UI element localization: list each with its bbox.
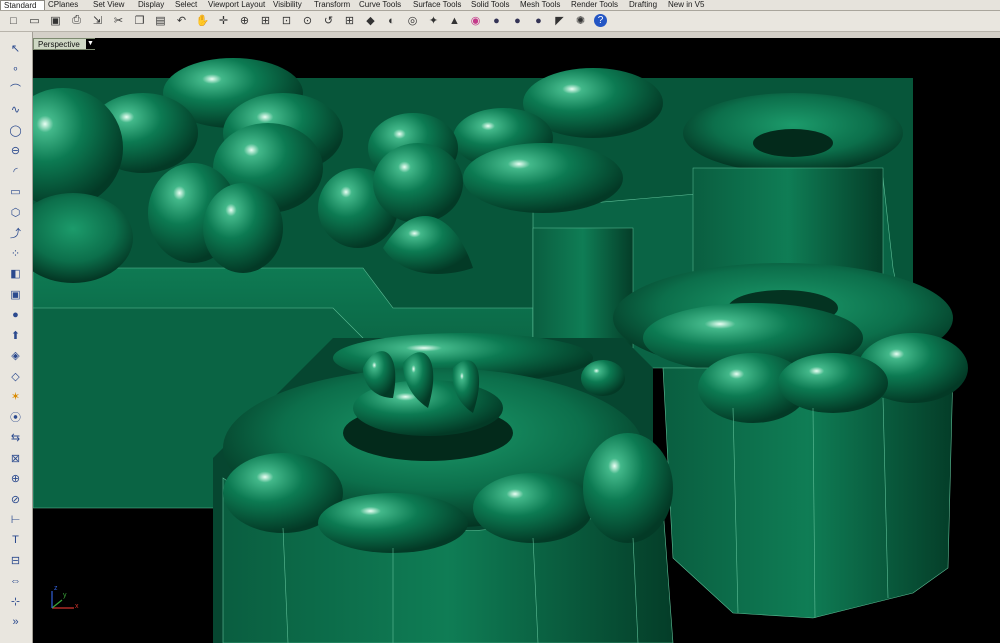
viewport-menu-chevron-icon[interactable]: ▼ <box>86 39 95 49</box>
lightbulb-icon[interactable]: ✦ <box>426 13 441 28</box>
rectangle-icon[interactable]: ▭ <box>7 184 24 200</box>
tab-drafting[interactable]: Drafting <box>626 0 665 10</box>
edit-points-icon[interactable]: ⁘ <box>7 245 24 261</box>
new-file-icon[interactable]: □ <box>6 13 21 28</box>
material-sphere-icon[interactable]: ● <box>510 13 525 28</box>
pan-icon[interactable]: ✋ <box>195 13 210 28</box>
surface-icon[interactable]: ◧ <box>7 266 24 282</box>
analysis-icon[interactable]: ⦿ <box>7 409 24 425</box>
viewport-render <box>33 58 968 643</box>
tab-cplanes[interactable]: CPlanes <box>45 0 90 10</box>
ellipse-icon[interactable]: ⊖ <box>7 143 24 159</box>
paste-icon[interactable]: ▤ <box>153 13 168 28</box>
color-icon[interactable]: ◉ <box>468 13 483 28</box>
zoom-extents-icon[interactable]: ⊡ <box>279 13 294 28</box>
tab-solid-tools[interactable]: Solid Tools <box>468 0 517 10</box>
copy-icon[interactable]: ❐ <box>132 13 147 28</box>
tab-new-in-v5[interactable]: New in V5 <box>665 0 713 10</box>
mesh-icon[interactable]: ◇ <box>7 368 24 384</box>
layer-icon[interactable]: ◆ <box>363 13 378 28</box>
world-axis-icon: x y z <box>44 585 84 618</box>
tab-visibility[interactable]: Visibility <box>270 0 311 10</box>
settings-icon[interactable]: ✺ <box>573 13 588 28</box>
tab-standard[interactable]: Standard <box>0 0 45 10</box>
zoom-selected-icon[interactable]: ⊙ <box>300 13 315 28</box>
render-light-icon[interactable]: ✶ <box>7 389 24 405</box>
sphere-solid-icon[interactable]: ● <box>7 307 24 323</box>
extrude-icon[interactable]: ⬆ <box>7 327 24 343</box>
select-arrow-icon[interactable]: ↖ <box>7 40 24 56</box>
axis-y-label: y <box>63 592 67 599</box>
left-tool-palette: ↖ ∘ ⌒ ∿ ◯ ⊖ ◜ ▭ ⬡ ⤴ ⁘ ◧ ▣ ● ⬆ ◈ ◇ ✶ ⦿ ⇆ ⊠ ⊕ ⊘ ⊢ T ⊟ ⇔ ⊹ » <box>0 32 33 643</box>
cut-icon[interactable]: ✂ <box>111 13 126 28</box>
axis-x-label: x <box>75 603 79 610</box>
trim-icon[interactable]: ⊢ <box>7 512 24 528</box>
tab-viewport-layout[interactable]: Viewport Layout <box>205 0 270 10</box>
viewport-title-label: Perspective <box>38 40 80 49</box>
standard-toolbar: □ ▭ ▣ ⎙ ⇲ ✂ ❐ ▤ ↶ ✋ ✛ ⊕ ⊞ ⊡ ⊙ ↺ ⊞ ◆ ◐ ◎ ✦ ▲ ◉ ● ● ● ◤ ✺? <box>0 11 1000 32</box>
tab-surface-tools[interactable]: Surface Tools <box>410 0 468 10</box>
save-icon[interactable]: ▣ <box>48 13 63 28</box>
tab-transform[interactable]: Transform <box>311 0 356 10</box>
four-viewports-icon[interactable]: ⊞ <box>342 13 357 28</box>
select-all-icon[interactable]: ◎ <box>405 13 420 28</box>
text-icon[interactable]: T <box>7 532 24 548</box>
toolbar-tab-bar: Standard CPlanes Set View Display Select View… <box>0 0 1000 11</box>
tab-mesh-tools[interactable]: Mesh Tools <box>517 0 568 10</box>
tab-display[interactable]: Display <box>135 0 172 10</box>
render-sphere-icon[interactable]: ● <box>489 13 504 28</box>
dimension-icon[interactable]: ⇆ <box>7 430 24 446</box>
tab-render-tools[interactable]: Render Tools <box>568 0 626 10</box>
tab-select[interactable]: Select <box>172 0 205 10</box>
transform-icon[interactable]: ⇔ <box>7 573 24 589</box>
undo-view-icon[interactable]: ↺ <box>321 13 336 28</box>
point-icon[interactable]: ∘ <box>7 61 24 77</box>
box-solid-icon[interactable]: ▣ <box>7 286 24 302</box>
rotate-view-icon[interactable]: ✛ <box>216 13 231 28</box>
perspective-viewport[interactable] <box>33 38 1000 643</box>
circle-icon[interactable]: ◯ <box>7 122 24 138</box>
zoom-window-icon[interactable]: ⊞ <box>258 13 273 28</box>
undo-icon[interactable]: ↶ <box>174 13 189 28</box>
help-icon[interactable]: ? <box>594 14 607 27</box>
block-icon[interactable]: ⊟ <box>7 553 24 569</box>
axis-z-label: z <box>54 585 58 592</box>
more-tools-icon[interactable]: » <box>7 614 24 630</box>
boolean-icon[interactable]: ◈ <box>7 348 24 364</box>
polygon-icon[interactable]: ⬡ <box>7 204 24 220</box>
curve-from-object-icon[interactable]: ⤴ <box>7 225 24 241</box>
polyline-icon[interactable]: ⌒ <box>7 81 24 97</box>
import-icon[interactable]: ⇲ <box>90 13 105 28</box>
curve-icon[interactable]: ∿ <box>7 102 24 118</box>
print-icon[interactable]: ⎙ <box>69 13 84 28</box>
zoom-icon[interactable]: ⊕ <box>237 13 252 28</box>
environment-sphere-icon[interactable]: ● <box>531 13 546 28</box>
object-properties-icon[interactable]: ◐ <box>384 13 399 28</box>
join-icon[interactable]: ⊕ <box>7 471 24 487</box>
open-file-icon[interactable]: ▭ <box>27 13 42 28</box>
tab-set-view[interactable]: Set View <box>90 0 135 10</box>
lock-icon[interactable]: ▲ <box>447 13 462 28</box>
tab-curve-tools[interactable]: Curve Tools <box>356 0 410 10</box>
options-icon[interactable]: ◤ <box>552 13 567 28</box>
explode-icon[interactable]: ⊘ <box>7 491 24 507</box>
arc-icon[interactable]: ◜ <box>7 163 24 179</box>
group-icon[interactable]: ⊠ <box>7 450 24 466</box>
snap-icon[interactable]: ⊹ <box>7 594 24 610</box>
